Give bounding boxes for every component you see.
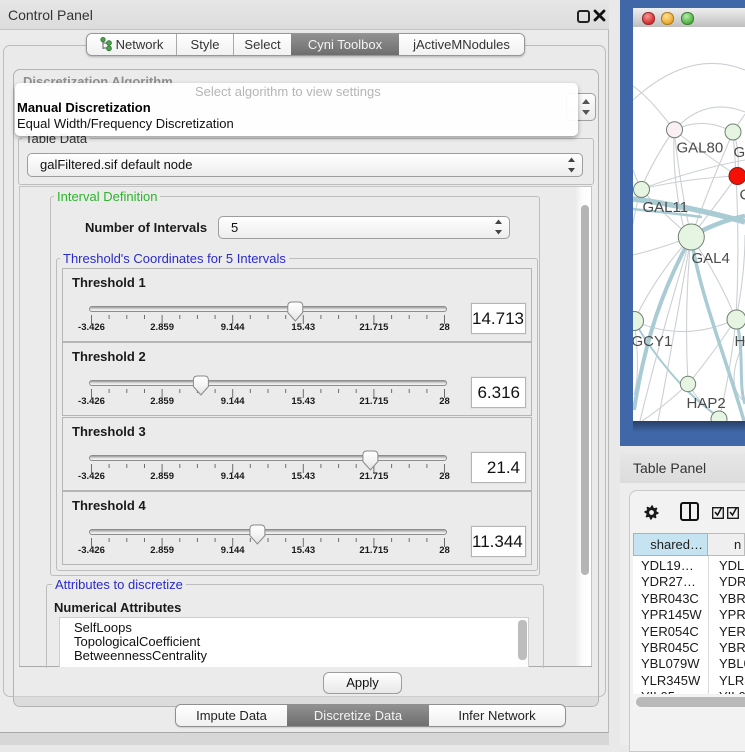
svg-text:H: H bbox=[735, 333, 745, 350]
svg-text:HAP2: HAP2 bbox=[687, 395, 726, 412]
svg-text:GAL80: GAL80 bbox=[677, 140, 724, 157]
svg-text:GAL11: GAL11 bbox=[643, 199, 689, 216]
svg-text:CY: CY bbox=[740, 187, 745, 204]
svg-text:GA: GA bbox=[734, 144, 745, 161]
svg-text:GAL4: GAL4 bbox=[692, 250, 730, 267]
svg-text:GCY1: GCY1 bbox=[633, 333, 672, 350]
